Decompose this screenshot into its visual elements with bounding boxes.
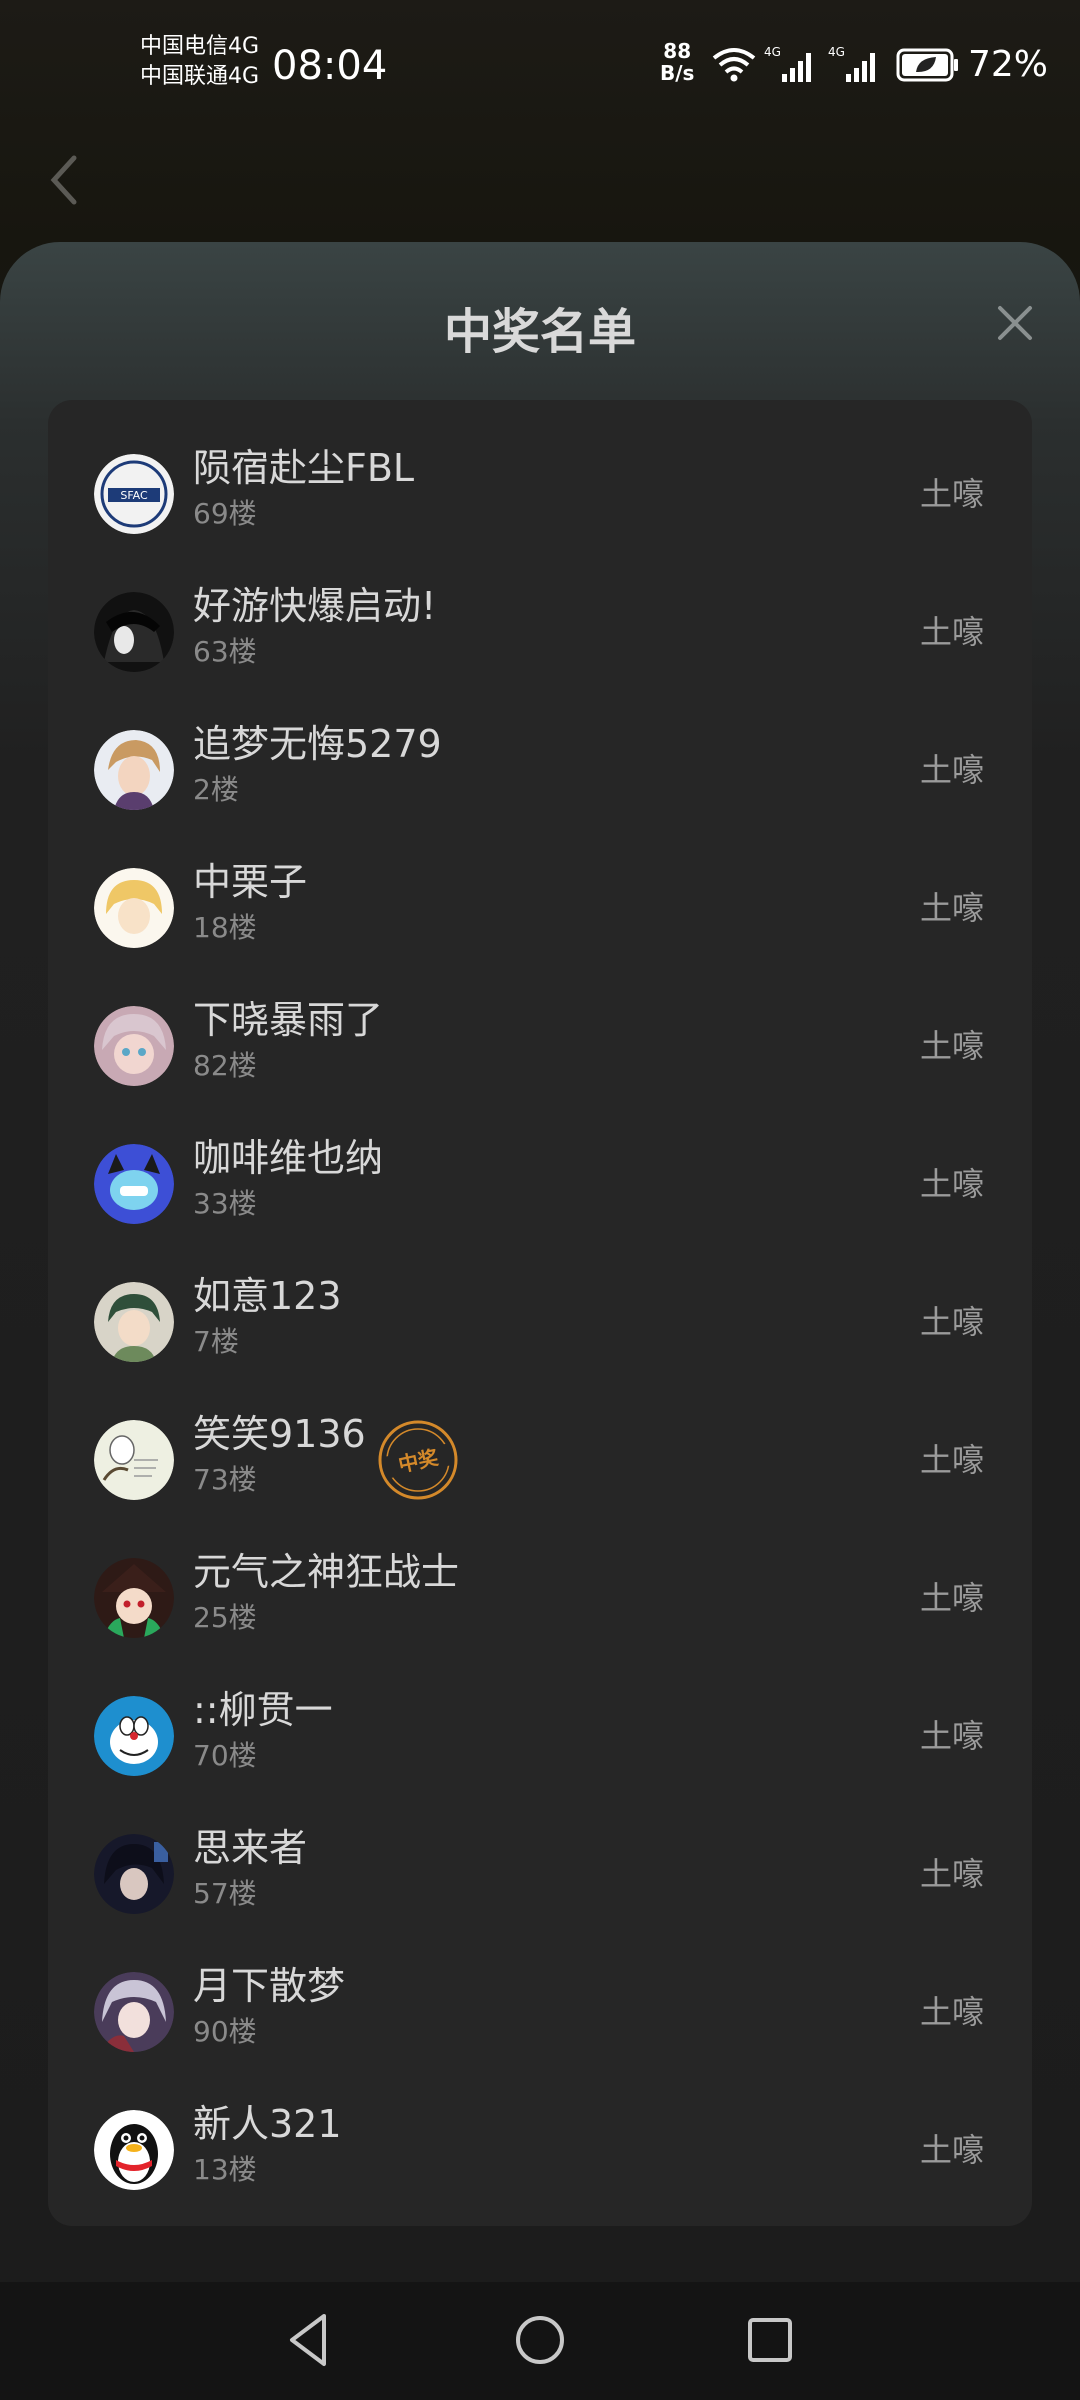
list-item[interactable]: 如意123 7楼 土嚎 <box>48 1260 1032 1398</box>
list-item[interactable]: 下晓暴雨了 82楼 土嚎 <box>48 984 1032 1122</box>
floor-number: 63楼 <box>193 635 257 668</box>
winner-badge: 中奖 <box>378 1420 458 1500</box>
signal-icon: 4G <box>764 45 811 82</box>
nav-recents-button[interactable] <box>738 2308 802 2372</box>
floor-number: 18楼 <box>193 911 257 944</box>
svg-text:SFAC: SFAC <box>120 489 148 502</box>
user-name: 月下散梦 <box>193 1964 346 2008</box>
user-name: 咖啡维也纳 <box>193 1136 384 1180</box>
avatar <box>94 1972 174 2052</box>
avatar <box>94 1420 174 1500</box>
prize-label: 土嚎 <box>919 1993 984 2031</box>
chevron-left-icon <box>50 155 77 205</box>
clock: 08:04 <box>272 43 388 89</box>
avatar <box>94 1834 174 1914</box>
floor-number: 73楼 <box>193 1463 257 1496</box>
user-name: 元气之神狂战士 <box>193 1550 460 1594</box>
user-name: 中栗子 <box>193 860 308 904</box>
prize-label: 土嚎 <box>919 2131 984 2169</box>
floor-number: 2楼 <box>193 773 239 806</box>
signal-2-label: 4G <box>828 45 845 59</box>
nav-back-button[interactable] <box>278 2308 342 2372</box>
screen: 中国电信4G 中国联通4G 08:04 88 B/s 4G 4G 72% 中奖名… <box>0 0 1080 2400</box>
user-name: 笑笑9136 <box>193 1412 366 1456</box>
prize-label: 土嚎 <box>919 1717 984 1755</box>
prize-label: 土嚎 <box>919 1855 984 1893</box>
avatar <box>94 730 174 810</box>
close-button[interactable] <box>990 298 1040 348</box>
close-icon <box>998 306 1032 340</box>
prize-label: 土嚎 <box>919 1027 984 1065</box>
list-item[interactable]: 笑笑9136 73楼 中奖 土嚎 <box>48 1398 1032 1536</box>
user-name: ::柳贯一 <box>193 1688 333 1732</box>
prize-label: 土嚎 <box>919 889 984 927</box>
status-bar: 中国电信4G 中国联通4G 08:04 88 B/s 4G 4G 72% <box>0 0 1080 130</box>
wifi-icon <box>712 48 756 82</box>
prize-label: 土嚎 <box>919 751 984 789</box>
winner-badge-label: 中奖 <box>396 1445 441 1477</box>
triangle-back-icon <box>290 2314 326 2366</box>
floor-number: 69楼 <box>193 497 257 530</box>
prize-label: 土嚎 <box>919 1165 984 1203</box>
square-recents-icon <box>748 2318 792 2362</box>
floor-number: 7楼 <box>193 1325 239 1358</box>
carrier-1: 中国电信4G <box>140 34 260 59</box>
nav-home-button[interactable] <box>508 2308 572 2372</box>
list-item[interactable]: 思来者 57楼 土嚎 <box>48 1812 1032 1950</box>
prize-label: 土嚎 <box>919 1579 984 1617</box>
user-name: 好游快爆启动! <box>193 584 437 628</box>
list-item[interactable]: 中栗子 18楼 土嚎 <box>48 846 1032 984</box>
floor-number: 70楼 <box>193 1739 257 1772</box>
user-name: 追梦无悔5279 <box>193 722 442 766</box>
avatar <box>94 1696 174 1776</box>
avatar <box>94 1006 174 1086</box>
back-button[interactable] <box>44 150 84 210</box>
user-name: 陨宿赴尘FBL <box>193 446 415 490</box>
battery-percent: 72% <box>968 44 1049 85</box>
list-item[interactable]: 好游快爆启动! 63楼 土嚎 <box>48 570 1032 708</box>
user-name: 下晓暴雨了 <box>193 998 384 1042</box>
network-speed-unit: B/s <box>660 61 695 85</box>
carrier-info: 中国电信4G 中国联通4G <box>140 32 259 92</box>
signal-1-label: 4G <box>764 45 781 59</box>
prize-label: 土嚎 <box>919 1303 984 1341</box>
list-item[interactable]: 月下散梦 90楼 土嚎 <box>48 1950 1032 2088</box>
network-speed: 88 B/s <box>660 40 694 84</box>
avatar <box>94 1282 174 1362</box>
list-item[interactable]: 元气之神狂战士 25楼 土嚎 <box>48 1536 1032 1674</box>
circle-home-icon <box>516 2316 564 2364</box>
dialog-title: 中奖名单 <box>443 304 636 360</box>
floor-number: 33楼 <box>193 1187 257 1220</box>
carrier-2: 中国联通4G <box>140 64 260 89</box>
floor-number: 90楼 <box>193 2015 257 2048</box>
list-item[interactable]: ::柳贯一 70楼 土嚎 <box>48 1674 1032 1812</box>
user-name: 新人321 <box>193 2102 342 2146</box>
list-item[interactable]: 咖啡维也纳 33楼 土嚎 <box>48 1122 1032 1260</box>
prize-label: 土嚎 <box>919 475 984 513</box>
prize-label: 土嚎 <box>919 1441 984 1479</box>
list-item[interactable]: 新人321 13楼 土嚎 <box>48 2088 1032 2226</box>
user-name: 如意123 <box>193 1274 342 1318</box>
avatar <box>94 1558 174 1638</box>
list-item[interactable]: 追梦无悔5279 2楼 土嚎 <box>48 708 1032 846</box>
list-item[interactable]: SFAC 陨宿赴尘FBL 69楼 土嚎 <box>48 432 1032 570</box>
network-speed-value: 88 <box>663 39 692 63</box>
battery-icon <box>896 48 958 82</box>
signal-icon: 4G <box>828 45 875 82</box>
avatar <box>94 592 174 672</box>
floor-number: 13楼 <box>193 2153 257 2186</box>
user-name: 思来者 <box>193 1826 308 1870</box>
avatar <box>94 868 174 948</box>
navigation-bar <box>0 2282 1080 2400</box>
avatar <box>94 1144 174 1224</box>
floor-number: 57楼 <box>193 1877 257 1910</box>
floor-number: 82楼 <box>193 1049 257 1082</box>
avatar <box>94 2110 174 2190</box>
prize-label: 土嚎 <box>919 613 984 651</box>
floor-number: 25楼 <box>193 1601 257 1634</box>
avatar: SFAC <box>94 454 174 534</box>
winners-dialog: 中奖名单 SFAC 陨宿赴尘FBL 69楼 土嚎 好游快爆启动! 63楼 土嚎 … <box>0 242 1080 2282</box>
winners-list: SFAC 陨宿赴尘FBL 69楼 土嚎 好游快爆启动! 63楼 土嚎 追梦无悔5… <box>48 400 1032 2226</box>
